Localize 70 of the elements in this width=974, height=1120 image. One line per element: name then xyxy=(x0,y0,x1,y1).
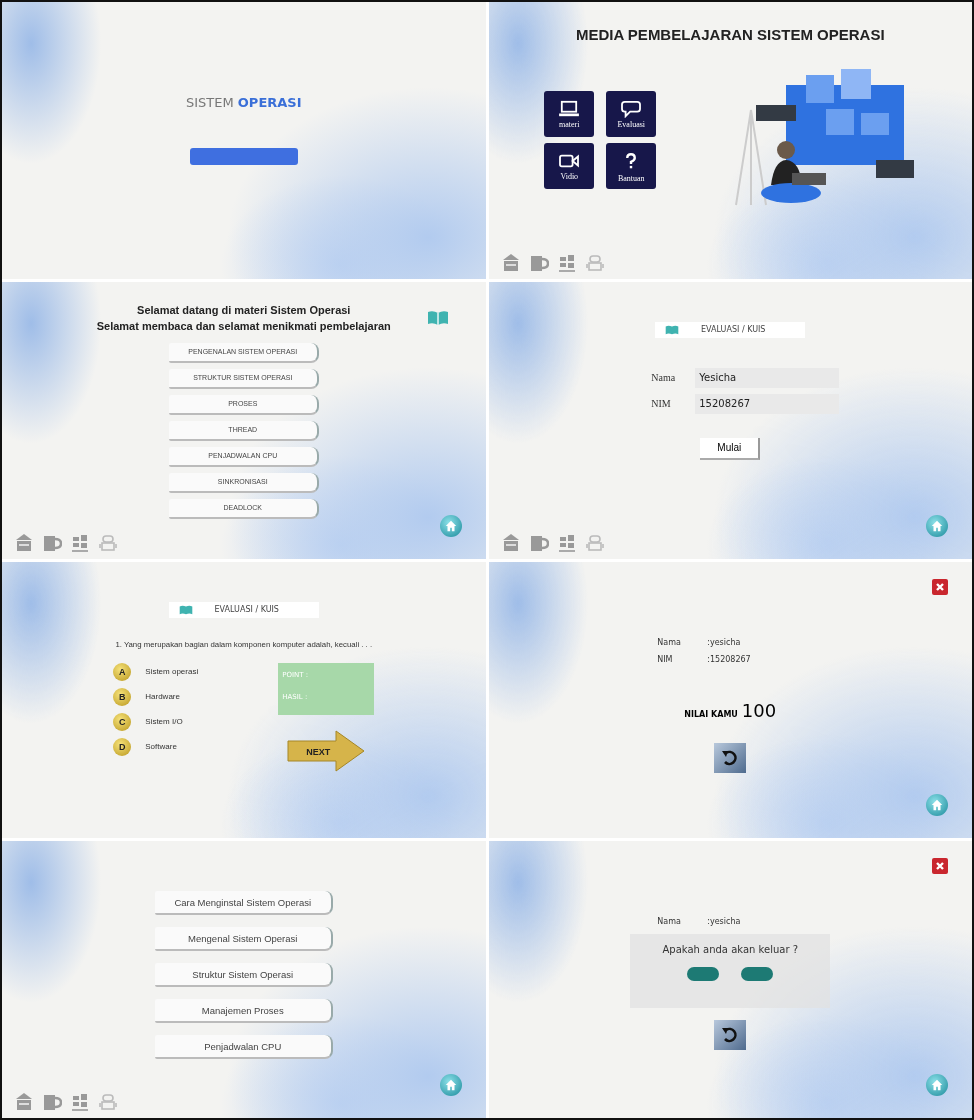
header-title: EVALUASI / KUIS xyxy=(214,605,279,614)
menu-tile[interactable]: Bantuan xyxy=(606,143,657,189)
welcome-heading: Selamat membaca dan selamat menikmati pembelajaran xyxy=(96,319,391,335)
book-icon xyxy=(665,324,680,335)
replay-button[interactable] xyxy=(714,742,747,773)
home-icon xyxy=(443,518,458,533)
building-icon xyxy=(14,1092,34,1112)
topic-button[interactable]: Manajemen Proses xyxy=(154,999,333,1024)
book-icon xyxy=(425,309,450,326)
start-button[interactable]: Mulai xyxy=(700,437,761,460)
robot-icon xyxy=(98,532,118,553)
robot-icon xyxy=(98,1092,118,1112)
home-icon xyxy=(930,518,944,533)
option-button[interactable]: A xyxy=(113,662,132,681)
speech-bubble-icon xyxy=(620,99,643,118)
option-button[interactable]: D xyxy=(113,737,132,756)
window-grid-icon xyxy=(556,252,577,273)
field-label: NIM xyxy=(651,398,672,410)
mug-icon xyxy=(42,1092,62,1112)
home-button[interactable] xyxy=(439,514,462,537)
option-button[interactable]: C xyxy=(113,712,132,731)
menu-tile[interactable]: Vidio xyxy=(544,143,595,189)
dialog-button[interactable] xyxy=(741,967,774,982)
topic-button[interactable]: Cara Menginstal Sistem Operasi xyxy=(154,891,333,916)
menu-tile[interactable]: materi xyxy=(544,91,595,137)
replay-button[interactable] xyxy=(714,1020,747,1051)
menu-tile[interactable]: Evaluasi xyxy=(606,91,657,137)
topic-button[interactable]: Struktur Sistem Operasi xyxy=(154,963,333,988)
option-text: Hardware xyxy=(145,692,180,701)
score-label: NILAI KAMU xyxy=(684,709,738,719)
info-value: :15208267 xyxy=(707,654,751,664)
next-button[interactable]: NEXT xyxy=(286,728,367,773)
home-icon xyxy=(930,1078,944,1092)
window-grid-icon xyxy=(556,532,577,553)
score-value: 100 xyxy=(741,699,777,721)
close-button[interactable] xyxy=(932,578,948,595)
option-text: Software xyxy=(145,742,177,751)
close-button[interactable] xyxy=(932,858,948,875)
info-value: :yesicha xyxy=(707,917,741,927)
home-button[interactable] xyxy=(926,1074,948,1096)
header-title: EVALUASI / KUIS xyxy=(701,325,766,335)
home-button[interactable] xyxy=(926,794,948,817)
info-value: :yesicha xyxy=(707,637,741,647)
home-button[interactable] xyxy=(926,514,948,537)
app-title: MEDIA PEMBELAJARAN SISTEM OPERASI xyxy=(575,26,885,43)
robot-icon xyxy=(584,532,605,553)
option-text: Sistem I/O xyxy=(145,717,183,726)
input-field[interactable]: Yesicha xyxy=(695,367,840,388)
building-icon xyxy=(14,532,34,553)
topic-button[interactable]: Penjadwalan CPU xyxy=(154,1035,333,1060)
window-grid-icon xyxy=(70,532,90,553)
info-label: Nama xyxy=(657,637,682,647)
home-button[interactable] xyxy=(439,1074,462,1096)
topic-button[interactable]: Mengenal Sistem Operasi xyxy=(154,927,333,952)
option-button[interactable]: B xyxy=(113,687,132,706)
app-title: SISTEM OPERASI xyxy=(185,95,302,111)
info-label: Nama xyxy=(657,917,682,927)
robot-icon xyxy=(584,252,605,273)
dialog-message: Apakah anda akan keluar ? xyxy=(662,944,798,956)
laptop-icon xyxy=(558,99,581,118)
option-text: Sistem operasi xyxy=(145,667,199,676)
info-label: NIM xyxy=(657,654,674,664)
field-label: Nama xyxy=(651,372,677,384)
home-icon xyxy=(930,798,944,813)
book-icon xyxy=(178,604,193,615)
input-field[interactable]: 15208267 xyxy=(695,393,840,414)
window-grid-icon xyxy=(70,1092,90,1112)
welcome-heading: Selamat datang di materi Sistem Operasi xyxy=(136,302,352,318)
home-icon xyxy=(443,1078,458,1092)
dialog-button[interactable] xyxy=(687,967,720,982)
